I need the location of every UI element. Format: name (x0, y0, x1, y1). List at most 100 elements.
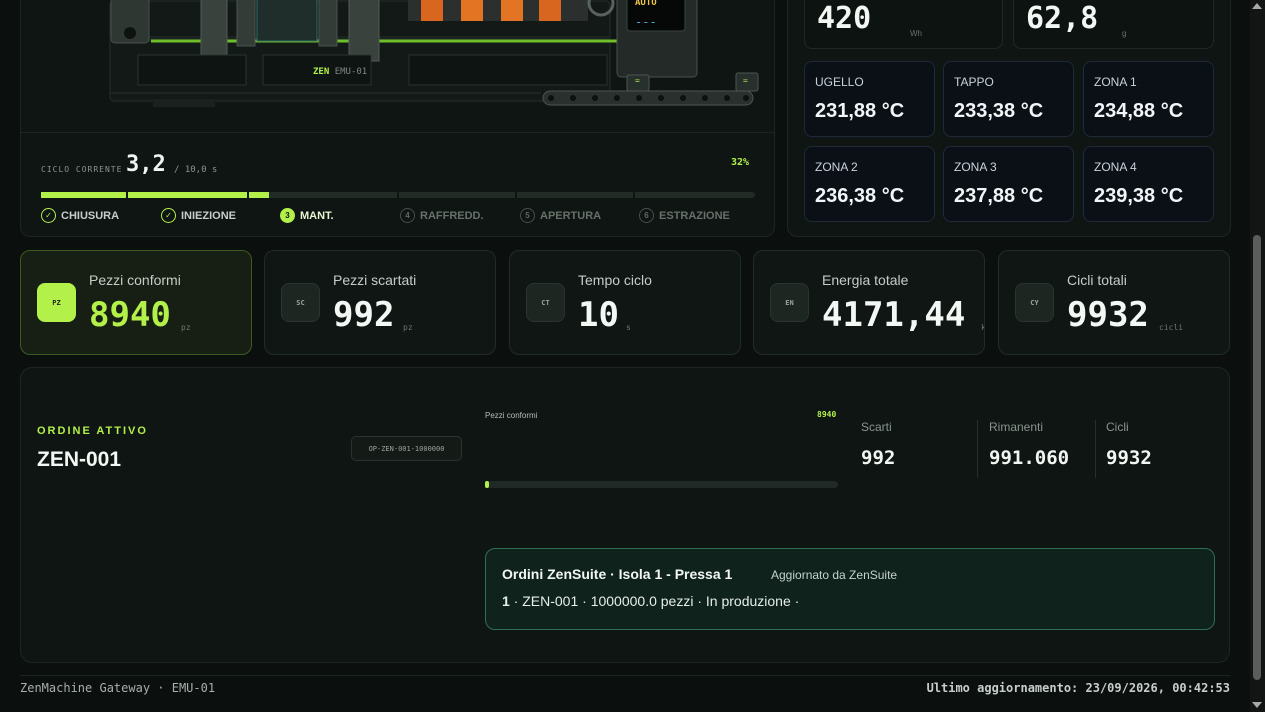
footer-gateway: ZenMachine Gateway · EMU-01 (20, 681, 216, 695)
cycle-value: 3,2 (126, 152, 166, 177)
step-raffreddamento: 4 RAFFREDD. (400, 208, 484, 223)
temp-card-ugello: UGELLO 231,88 °C (804, 61, 935, 137)
stat-rimanenti: Rimanenti 991.060 (989, 420, 1069, 469)
indicator-b: = (743, 76, 748, 85)
order-id-chip: OP-ZEN-001-1000000 (351, 436, 462, 461)
scrollbar-thumb[interactable] (1253, 235, 1261, 680)
kpi-title: Pezzi conformi (89, 272, 181, 288)
kpi-unit: s (626, 323, 631, 332)
step-check-icon: ✓ (41, 208, 56, 223)
zensuite-subtitle: Aggiornato da ZenSuite (771, 568, 898, 582)
zensuite-order-text: · ZEN-001 · 1000000.0 pezzi · In produzi… (509, 593, 800, 609)
step-number: 3 (280, 208, 295, 223)
order-progress-title: Pezzi conformi (485, 411, 538, 420)
step-number: 5 (520, 208, 535, 223)
order-section-label: ORDINE ATTIVO (37, 425, 148, 437)
temp-value: 231,88 °C (815, 100, 905, 122)
kpi-value: 9932 (1067, 295, 1149, 335)
cycle-steps: ✓ CHIUSURA ✓ INIEZIONE 3 MANT. 4 RAFFRED… (41, 208, 761, 226)
phase-separator (515, 192, 517, 198)
stat-value: 9932 (1106, 447, 1152, 469)
machine-divider (21, 132, 774, 133)
zensuite-order-num: 1 (502, 593, 510, 609)
stat-label: Scarti (861, 420, 892, 434)
shot-weight-card: 62,8 g (1013, 0, 1214, 49)
step-label: ESTRAZIONE (659, 209, 730, 222)
temp-card-zona-4: ZONA 4 239,38 °C (1083, 146, 1214, 222)
kpi-value: 8940 (89, 295, 171, 335)
pieces-icon: PZ (37, 283, 76, 322)
kpi-title: Cicli totali (1067, 272, 1127, 288)
step-mantenimento: 3 MANT. (280, 208, 334, 223)
step-label: MANT. (300, 209, 334, 222)
machine-mode-value: --- (635, 15, 657, 29)
temp-label: ZONA 1 (1094, 75, 1137, 89)
step-label: APERTURA (540, 209, 602, 222)
step-iniezione: ✓ INIEZIONE (161, 208, 236, 223)
step-check-icon: ✓ (161, 208, 176, 223)
cycle-time-icon: CT (526, 283, 565, 322)
cycles-icon: CY (1015, 283, 1054, 322)
order-progress-track (485, 481, 838, 488)
machine-illustration (109, 0, 759, 107)
phase-separator (247, 192, 249, 198)
step-apertura: 5 APERTURA (520, 208, 601, 223)
zensuite-orders-box: Ordini ZenSuite · Isola 1 - Pressa 1 Agg… (485, 548, 1215, 630)
step-number: 4 (400, 208, 415, 223)
phase-separator (397, 192, 399, 198)
stat-value: 992 (861, 447, 896, 469)
machine-panel: AUTO --- ZEN EMU-01 = = CICLO CORRENTE 3… (20, 0, 775, 237)
kpi-title: Pezzi scartati (333, 272, 417, 288)
kpi-energia-totale: EN Energia totale 4171,44 kWh (753, 250, 985, 355)
kpi-title: Tempo ciclo (578, 272, 652, 288)
stat-cicli: Cicli 9932 (1106, 420, 1152, 469)
order-progress-value: 8940 (817, 410, 837, 419)
temp-label: ZONA 2 (815, 160, 858, 174)
brand-text: ZEN (313, 67, 330, 77)
kpi-cicli-totali: CY Cicli totali 9932 cicli (998, 250, 1230, 355)
temp-value: 236,38 °C (815, 185, 905, 207)
kpi-unit: cicli (1159, 323, 1184, 332)
order-progress-fill (485, 481, 489, 488)
zensuite-title: Ordini ZenSuite · Isola 1 - Pressa 1 (502, 566, 733, 582)
kpi-value: 992 (333, 295, 395, 335)
footer-last-update: Ultimo aggiornamento: 23/09/2026, 00:42:… (926, 681, 1230, 695)
kpi-value: 10 (578, 295, 619, 335)
stat-divider (977, 420, 978, 478)
temp-card-zona-1: ZONA 1 234,88 °C (1083, 61, 1214, 137)
energy-cycle-unit: Wh (910, 29, 922, 38)
kpi-unit: kWh (981, 323, 984, 332)
machine-mode-label: AUTO (635, 0, 657, 8)
sensors-panel: 420 Wh 62,8 g UGELLO 231,88 °C TAPPO 233… (787, 0, 1231, 237)
stat-label: Rimanenti (989, 420, 1044, 434)
indicator-a: = (635, 76, 640, 85)
kpi-value: 4171,44 (822, 295, 966, 335)
temp-value: 239,38 °C (1094, 185, 1184, 207)
energy-cycle-value: 420 (817, 1, 872, 36)
kpi-pezzi-scartati: SC Pezzi scartati 992 pz (264, 250, 496, 355)
scroll-down-arrow-icon[interactable] (1252, 702, 1262, 708)
stat-value: 991.060 (989, 447, 1070, 469)
scrap-icon: SC (281, 283, 320, 322)
step-label: INIEZIONE (181, 209, 237, 222)
cycle-percent: 32% (731, 157, 750, 168)
cycle-progress-fill (41, 192, 269, 198)
stat-divider (1095, 420, 1096, 478)
order-code: ZEN-001 (37, 448, 122, 471)
zensuite-order-line: 1 · ZEN-001 · 1000000.0 pezzi · In produ… (502, 593, 799, 609)
energy-icon: EN (770, 283, 809, 322)
scroll-up-arrow-icon[interactable] (1252, 3, 1262, 9)
step-number: 6 (639, 208, 654, 223)
step-label: CHIUSURA (61, 209, 120, 222)
step-label: RAFFREDD. (420, 209, 484, 222)
model-text: EMU-01 (334, 67, 368, 77)
energy-cycle-card: 420 Wh (804, 0, 1003, 49)
stat-label: Cicli (1106, 420, 1129, 434)
step-chiusura: ✓ CHIUSURA (41, 208, 119, 223)
temp-value: 233,38 °C (954, 100, 1044, 122)
order-panel: ORDINE ATTIVO ZEN-001 OP-ZEN-001-1000000… (20, 367, 1230, 663)
footer-divider (20, 675, 1230, 676)
stat-scarti: Scarti 992 (861, 420, 895, 469)
shot-weight-value: 62,8 (1026, 1, 1099, 36)
temp-card-zona-3: ZONA 3 237,88 °C (943, 146, 1074, 222)
